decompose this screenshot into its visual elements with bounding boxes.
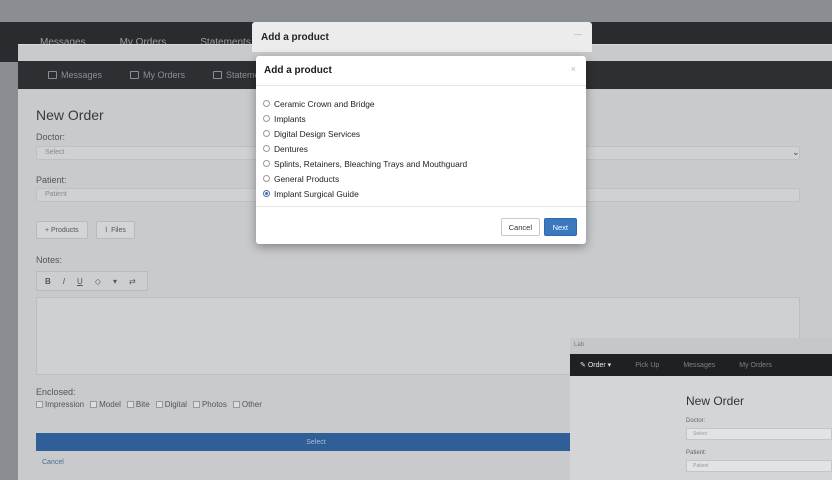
- enclosed-other[interactable]: Other: [232, 400, 262, 409]
- close-icon[interactable]: ×: [571, 64, 576, 74]
- enclosed-photos-label: Photos: [201, 400, 227, 409]
- option-splints-retainers[interactable]: Splints, Retainers, Bleaching Trays and …: [263, 156, 467, 171]
- checkbox-icon: [232, 401, 240, 408]
- radio-checked-icon: [263, 190, 270, 197]
- checkbox-icon: [192, 401, 200, 408]
- mini-top-bar: Lab: [570, 338, 832, 354]
- enclosed-impression[interactable]: Impression: [36, 400, 84, 409]
- bold-button[interactable]: B: [45, 277, 51, 286]
- enclosed-digital[interactable]: Digital: [155, 400, 187, 409]
- select-submit-label: Select: [306, 438, 326, 446]
- pencil-icon: ✎: [580, 362, 586, 369]
- enclosed-digital-label: Digital: [164, 400, 187, 409]
- color-button[interactable]: ◇: [95, 277, 101, 286]
- notes-label: Notes:: [36, 255, 63, 265]
- option-label: Dentures: [274, 143, 308, 154]
- paperclip-icon: ⌇: [104, 227, 109, 234]
- add-product-modal: Add a product × Ceramic Crown and Bridge…: [256, 56, 586, 244]
- editor-toolbar: B I U ◇ ▾ ⇄: [36, 271, 148, 291]
- cancel-button-label: Cancel: [508, 222, 532, 232]
- nav-messages[interactable]: Messages: [48, 70, 102, 80]
- select-submit-button[interactable]: Select: [36, 433, 596, 451]
- radio-icon: [263, 130, 270, 137]
- patient-input-placeholder: Patient: [45, 191, 67, 198]
- underline-button[interactable]: U: [77, 277, 83, 286]
- checkbox-icon: [155, 401, 163, 408]
- modal-footer: Cancel Next: [256, 206, 586, 244]
- chevron-down-icon: ⌄: [792, 147, 800, 157]
- mini-nav-pick-up[interactable]: Pick Up: [635, 362, 659, 369]
- radio-icon: [263, 160, 270, 167]
- option-label: General Products: [274, 173, 340, 184]
- mini-nav-messages[interactable]: Messages: [683, 362, 715, 369]
- next-button[interactable]: Next: [543, 218, 577, 236]
- option-label: Ceramic Crown and Bridge: [274, 98, 375, 109]
- enclosed-impression-label: Impression: [45, 400, 85, 409]
- checkbox-icon: [90, 401, 98, 408]
- radio-icon: [263, 175, 270, 182]
- checkbox-icon: [36, 401, 43, 408]
- doctor-select-value: Select: [45, 149, 65, 156]
- option-label: Implants: [274, 113, 306, 124]
- option-dentures[interactable]: Dentures: [263, 141, 467, 156]
- files-button[interactable]: ⌇ Files: [95, 221, 135, 239]
- document-icon: [213, 71, 223, 79]
- mini-doctor-select[interactable]: Select: [686, 428, 832, 440]
- close-icon: —: [574, 30, 582, 39]
- doctor-label: Doctor:: [36, 132, 66, 142]
- option-implants[interactable]: Implants: [263, 111, 467, 126]
- enclosed-bite-label: Bite: [135, 400, 150, 409]
- mini-patient-input-placeholder: Patient: [693, 463, 709, 469]
- mini-navbar: ✎ Order ▾ Pick Up Messages My Orders: [570, 354, 832, 376]
- envelope-icon: [48, 71, 57, 79]
- modal-title: Add a product: [264, 65, 332, 76]
- option-label: Splints, Retainers, Bleaching Trays and …: [274, 158, 468, 169]
- mini-page-title: New Order: [686, 394, 745, 408]
- cancel-link[interactable]: Cancel: [42, 459, 64, 466]
- mini-nav-order-label: Order: [587, 362, 606, 369]
- files-label: Files: [111, 226, 126, 234]
- option-label: Digital Design Services: [274, 128, 361, 139]
- italic-button[interactable]: I: [63, 277, 65, 286]
- mini-patient-label: Patient:: [686, 450, 707, 456]
- nav-messages-label: Messages: [61, 70, 103, 80]
- radio-icon: [263, 145, 270, 152]
- radio-icon: [263, 100, 270, 107]
- option-label: Implant Surgical Guide: [274, 188, 359, 199]
- add-products-button[interactable]: + Products: [36, 221, 88, 239]
- option-ceramic-crown-bridge[interactable]: Ceramic Crown and Bridge: [263, 96, 467, 111]
- enclosed-photos[interactable]: Photos: [192, 400, 227, 409]
- background-modal-title: Add a product: [261, 32, 329, 43]
- enclosed-model[interactable]: Model: [90, 400, 121, 409]
- next-button-label: Next: [552, 222, 568, 232]
- enclosed-model-label: Model: [99, 400, 121, 409]
- add-products-label: + Products: [45, 226, 79, 234]
- mini-nav-order[interactable]: ✎ Order ▾: [580, 361, 611, 369]
- checkbox-icon: [126, 401, 134, 408]
- enclosed-other-label: Other: [241, 400, 262, 409]
- link-button[interactable]: ⇄: [129, 277, 136, 286]
- background-modal: Add a product —: [252, 22, 592, 52]
- page-title: New Order: [36, 107, 104, 123]
- mini-doctor-label: Doctor:: [686, 418, 706, 424]
- option-implant-surgical-guide[interactable]: Implant Surgical Guide: [263, 186, 467, 201]
- enclosed-bite[interactable]: Bite: [126, 400, 150, 409]
- list-icon: [130, 71, 140, 79]
- color-dropdown-icon[interactable]: ▾: [113, 277, 117, 286]
- modal-header: Add a product ×: [256, 56, 586, 86]
- radio-icon: [263, 115, 270, 122]
- mini-doctor-select-value: Select: [693, 431, 707, 437]
- option-digital-design-services[interactable]: Digital Design Services: [263, 126, 467, 141]
- mini-patient-input[interactable]: Patient: [686, 460, 832, 472]
- patient-label: Patient:: [36, 175, 67, 185]
- mini-nav-my-orders[interactable]: My Orders: [739, 362, 772, 369]
- enclosed-label: Enclosed:: [36, 387, 76, 397]
- product-category-list: Ceramic Crown and Bridge Implants Digita…: [263, 96, 467, 201]
- nav-my-orders-label: My Orders: [143, 70, 186, 80]
- cancel-button[interactable]: Cancel: [500, 218, 540, 236]
- enclosed-checkboxes: Impression Model Bite Digital Photos Oth…: [36, 400, 262, 409]
- secondary-order-screenshot: Lab ✎ Order ▾ Pick Up Messages My Orders…: [570, 338, 832, 480]
- nav-my-orders[interactable]: My Orders: [130, 70, 185, 80]
- option-general-products[interactable]: General Products: [263, 171, 467, 186]
